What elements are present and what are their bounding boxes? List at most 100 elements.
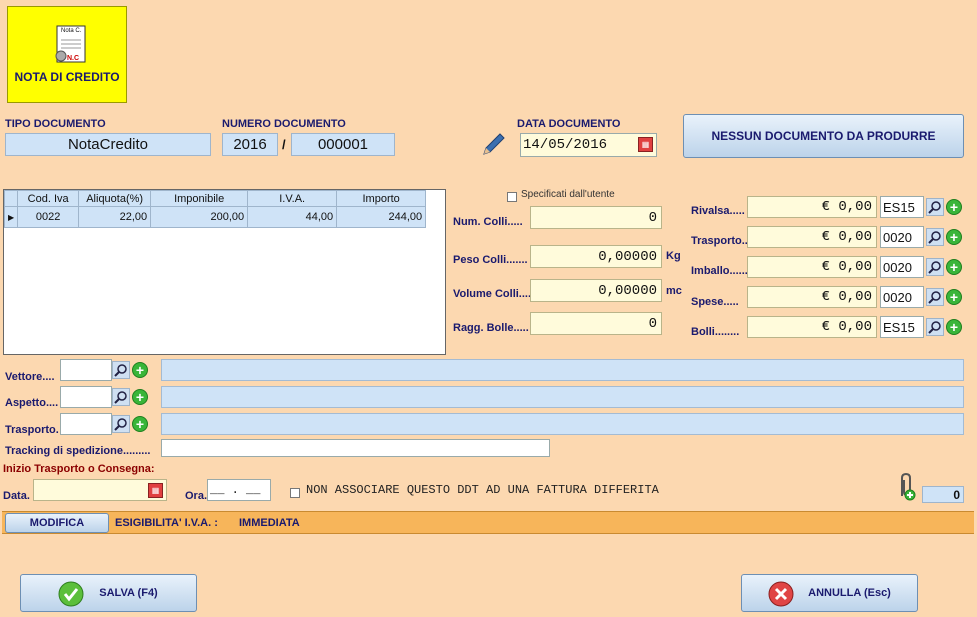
nota-credito-logo: Nota C. N.C NOTA DI CREDITO	[7, 6, 127, 103]
vettore-label: Vettore....	[5, 371, 55, 383]
bolli-label: Bolli........	[691, 326, 740, 338]
rivalsa-field[interactable]: € 0,00	[747, 196, 877, 218]
calendar-icon[interactable]: ▦	[638, 137, 653, 152]
aspetto-code[interactable]	[60, 386, 112, 408]
rivalsa-search-icon[interactable]	[926, 198, 944, 216]
trasporto-spese-code[interactable]: 0020	[880, 226, 924, 248]
specificati-checkbox[interactable]	[507, 189, 517, 207]
rivalsa-add-icon[interactable]: +	[946, 199, 962, 215]
numero-documento-label: NUMERO DOCUMENTO	[222, 118, 346, 130]
anno-field[interactable]: 2016	[222, 133, 278, 156]
paperclip-icon[interactable]	[892, 472, 918, 502]
cell-importo[interactable]: 244,00	[336, 206, 427, 228]
col-importo[interactable]: Importo	[336, 190, 427, 207]
row-selector-arrow: ▶	[3, 206, 19, 228]
aspetto-search-icon[interactable]	[112, 388, 130, 406]
spese-add-icon[interactable]: +	[946, 289, 962, 305]
trasporto-code[interactable]	[60, 413, 112, 435]
imballo-code[interactable]: 0020	[880, 256, 924, 278]
non-associare-label: NON ASSOCIARE QUESTO DDT AD UNA FATTURA …	[306, 483, 659, 497]
non-associare-checkbox[interactable]	[290, 485, 300, 503]
imballo-add-icon[interactable]: +	[946, 259, 962, 275]
cell-aliquota[interactable]: 22,00	[78, 206, 152, 228]
numero-separator: /	[282, 137, 286, 152]
trasporto-search-icon[interactable]	[112, 415, 130, 433]
icon-top-text: Nota C.	[61, 28, 82, 34]
cell-imponibile[interactable]: 200,00	[150, 206, 249, 228]
trasporto-spese-field[interactable]: € 0,00	[747, 226, 877, 248]
bolli-code[interactable]: ES15	[880, 316, 924, 338]
attach-count: 0	[922, 486, 964, 503]
annulla-button[interactable]: ANNULLA (Esc)	[741, 574, 918, 612]
ora-field[interactable]: __ . __	[207, 479, 271, 501]
check-icon	[58, 581, 84, 607]
document-icon: Nota C. N.C	[53, 24, 89, 66]
vettore-add-icon[interactable]: +	[132, 362, 148, 378]
esigibilita-label: ESIGIBILITA' I.V.A. :	[115, 517, 218, 529]
icon-bottom-text: N.C	[67, 55, 80, 62]
annulla-label: ANNULLA (Esc)	[808, 587, 891, 599]
tracking-label: Tracking di spedizione.........	[5, 445, 151, 457]
spese-field[interactable]: € 0,00	[747, 286, 877, 308]
vettore-description[interactable]	[161, 359, 964, 381]
spese-search-icon[interactable]	[926, 288, 944, 306]
cell-iva[interactable]: 44,00	[247, 206, 338, 228]
data-consegna-label: Data.	[3, 490, 30, 502]
aspetto-description[interactable]	[161, 386, 964, 408]
num-colli-label: Num. Colli.....	[453, 216, 523, 228]
inizio-trasporto-label: Inizio Trasporto o Consegna:	[3, 463, 155, 475]
rivalsa-label: Rivalsa.....	[691, 205, 745, 217]
data-consegna-calendar-icon[interactable]: ▦	[148, 483, 163, 498]
cancel-icon	[768, 581, 794, 607]
tipo-documento-field[interactable]: NotaCredito	[5, 133, 211, 156]
col-aliquota[interactable]: Aliquota(%)	[78, 190, 152, 207]
col-iva[interactable]: I.V.A.	[247, 190, 338, 207]
salva-label: SALVA (F4)	[99, 587, 158, 599]
bolli-field[interactable]: € 0,00	[747, 316, 877, 338]
specificati-label: Specificati dall'utente	[521, 189, 615, 200]
peso-colli-field[interactable]: 0,00000	[530, 245, 662, 268]
data-documento-label: DATA DOCUMENTO	[517, 118, 621, 130]
tracking-field[interactable]	[161, 439, 550, 457]
trasporto-spese-add-icon[interactable]: +	[946, 229, 962, 245]
bolli-add-icon[interactable]: +	[946, 319, 962, 335]
salva-button[interactable]: SALVA (F4)	[20, 574, 197, 612]
peso-unit: Kg	[666, 250, 681, 262]
ragg-bolle-field[interactable]: 0	[530, 312, 662, 335]
nessun-documento-button[interactable]: NESSUN DOCUMENTO DA PRODURRE	[683, 114, 964, 158]
logo-caption: NOTA DI CREDITO	[14, 70, 120, 84]
peso-colli-label: Peso Colli.......	[453, 254, 528, 266]
iva-table-panel: Cod. Iva Aliquota(%) Imponibile I.V.A. I…	[3, 189, 446, 355]
vettore-search-icon[interactable]	[112, 361, 130, 379]
col-cod-iva[interactable]: Cod. Iva	[17, 190, 80, 207]
trasporto-add-icon[interactable]: +	[132, 416, 148, 432]
aspetto-label: Aspetto....	[5, 397, 59, 409]
spese-code[interactable]: 0020	[880, 286, 924, 308]
trasporto-label: Trasporto.	[5, 424, 59, 436]
tipo-documento-label: TIPO DOCUMENTO	[5, 118, 106, 130]
spese-label: Spese.....	[691, 296, 739, 308]
modifica-button[interactable]: MODIFICA	[5, 513, 109, 533]
cell-cod-iva[interactable]: 0022	[17, 206, 80, 228]
col-imponibile[interactable]: Imponibile	[150, 190, 249, 207]
aspetto-add-icon[interactable]: +	[132, 389, 148, 405]
num-colli-field[interactable]: 0	[530, 206, 662, 229]
trasporto-spese-search-icon[interactable]	[926, 228, 944, 246]
imballo-search-icon[interactable]	[926, 258, 944, 276]
table-row[interactable]: ▶ 0022 22,00 200,00 44,00 244,00	[3, 206, 427, 228]
pencil-icon[interactable]	[480, 130, 508, 158]
esigibilita-value: IMMEDIATA	[239, 517, 300, 529]
data-documento-field[interactable]: 14/05/2016	[520, 133, 657, 157]
data-consegna-field[interactable]	[33, 479, 167, 501]
numero-field[interactable]: 000001	[291, 133, 395, 156]
ora-label: Ora.	[185, 490, 208, 502]
imballo-field[interactable]: € 0,00	[747, 256, 877, 278]
trasporto-description[interactable]	[161, 413, 964, 435]
rivalsa-code[interactable]: ES15	[880, 196, 924, 218]
bolli-search-icon[interactable]	[926, 318, 944, 336]
ragg-bolle-label: Ragg. Bolle.....	[453, 322, 529, 334]
vettore-code[interactable]	[60, 359, 112, 381]
volume-colli-field[interactable]: 0,00000	[530, 279, 662, 302]
iva-table: Cod. Iva Aliquota(%) Imponibile I.V.A. I…	[3, 190, 427, 228]
imballo-label: Imballo.......	[691, 265, 751, 277]
